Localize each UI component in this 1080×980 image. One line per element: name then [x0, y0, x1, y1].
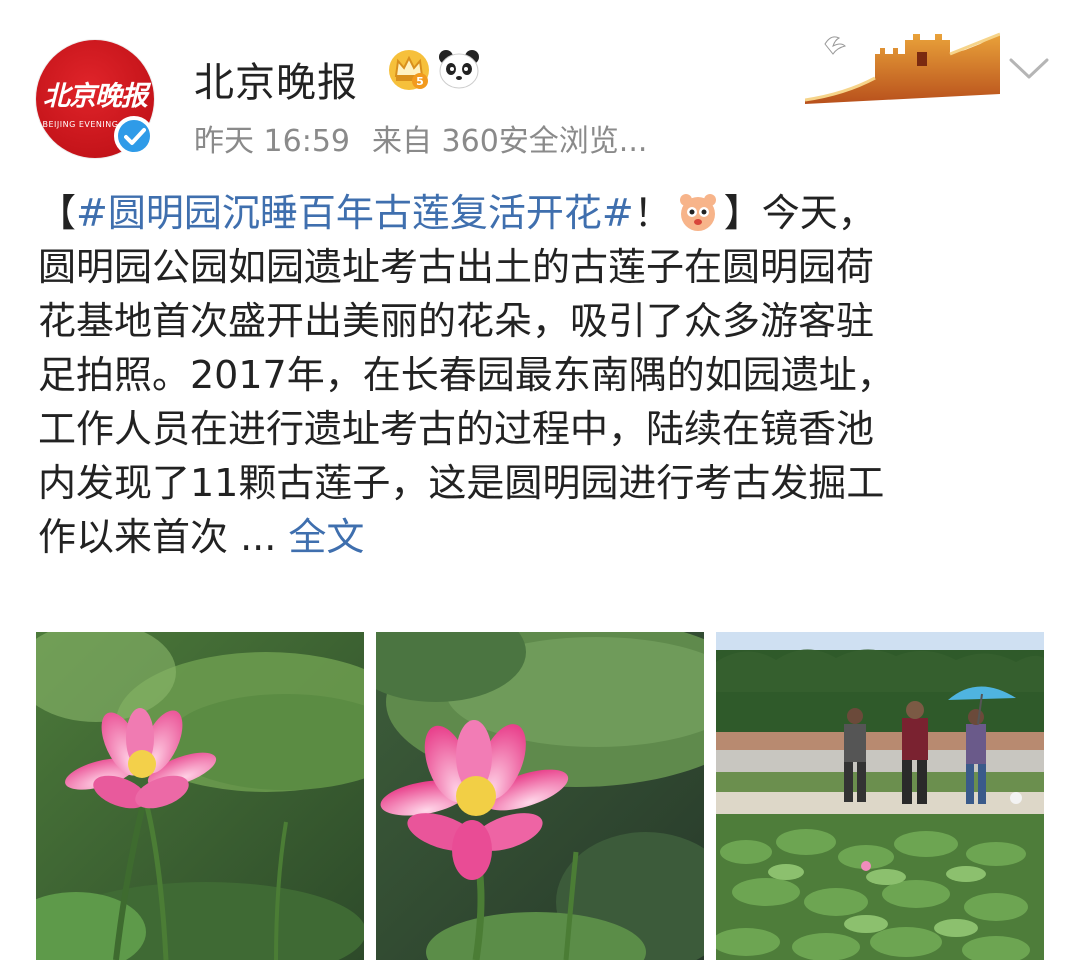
post-line-4: 足拍照。2017年，在长春园最东南隅的如园遗址， [38, 353, 895, 397]
topic-hashtag-link[interactable]: #圆明园沉睡百年古莲复活开花# [76, 191, 634, 235]
panda-icon[interactable] [436, 47, 482, 95]
post-line-2: 圆明园公园如园遗址考古出土的古莲子在圆明园荷 [38, 245, 875, 289]
post-line-5: 工作人员在进行遗址考古的过程中，陆续在镜香池 [38, 407, 875, 451]
post-line-6: 内发现了11颗古莲子，这是圆明园进行考古发掘工 [38, 461, 885, 505]
lotus-photo-1[interactable] [36, 632, 364, 960]
line-1-tail: 】今天， [723, 191, 876, 235]
account-name[interactable]: 北京晚报 [194, 50, 358, 108]
full-text-link[interactable]: 全文 [288, 515, 364, 559]
truncated-text: 作以来首次 ... [38, 515, 289, 559]
post-source[interactable]: 来自 360安全浏览... [372, 124, 647, 159]
great-wall-banner [804, 14, 1001, 108]
post-line-1: 【#圆明园沉睡百年古莲复活开花#！ 】今天， [38, 186, 1038, 240]
post-time: 昨天 16:59 [194, 124, 350, 159]
post-text: 【#圆明园沉睡百年古莲复活开花#！ 】今天， 圆明园公园如园遗址考古出土的古莲子在… [38, 186, 1038, 564]
open-bracket: 【 [38, 191, 77, 235]
lotus-photo-3-visitors[interactable] [716, 632, 1044, 960]
exclamation: ！ [633, 191, 672, 235]
crown-icon[interactable]: 5 [388, 48, 430, 96]
post-line-3: 花基地首次盛开出美丽的花朵，吸引了众多游客驻 [38, 299, 875, 343]
post-meta: 昨天 16:59 来自 360安全浏览... [194, 116, 669, 160]
verified-badge-icon [114, 116, 154, 156]
chevron-down-icon[interactable] [1008, 56, 1050, 86]
svg-text:5: 5 [416, 75, 424, 88]
cute-emoji-icon [676, 190, 720, 234]
post-line-7: 作以来首次 ... 全文 [38, 510, 1038, 564]
avatar-logo-text: 北京晚报 [43, 81, 148, 112]
lotus-photo-2[interactable] [376, 632, 704, 960]
